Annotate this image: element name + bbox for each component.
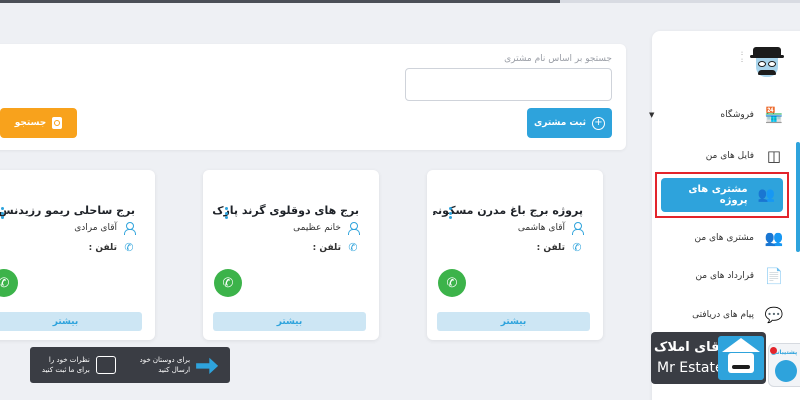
kebab-menu-icon[interactable]: [449, 207, 452, 221]
share-action[interactable]: برای دوستان خود ارسال کنید: [140, 355, 219, 375]
sidebar-item-my-files[interactable]: فایل های من ◫: [649, 141, 784, 171]
share-text-2: ارسال کنید: [158, 366, 191, 374]
avatar-menu-icon[interactable]: ::: [741, 50, 743, 64]
call-button[interactable]: ✆: [214, 269, 242, 297]
comment-icon: [95, 356, 116, 374]
sidebar-item-my-customers[interactable]: مشتری های من 👥: [649, 223, 784, 253]
kebab-menu-icon[interactable]: [225, 207, 228, 221]
phone-row: ✆ تلفن :: [313, 242, 359, 254]
search-label: جستجو بر اساس نام مشتری: [504, 54, 612, 64]
messages-icon: 💬: [764, 306, 784, 324]
avatar[interactable]: [748, 44, 786, 82]
person-icon: [347, 222, 360, 235]
users-icon: 👥: [764, 229, 784, 247]
customer-card: برج های دوقلوی گرند پارک فرد... خانم عظی…: [203, 170, 379, 340]
contact-row: خانم عظیمی: [293, 222, 360, 235]
card-title: پروژه برج باغ مدرن مسکونی م...: [433, 204, 583, 217]
sidebar-item-label: پیام های دریافتی: [692, 310, 754, 320]
phone-label: تلفن :: [88, 243, 117, 253]
call-button[interactable]: ✆: [0, 269, 18, 297]
brand-house-icon: [718, 336, 764, 380]
caret-down-icon[interactable]: ▼: [649, 111, 654, 119]
sidebar-item-label: فایل های من: [705, 151, 754, 161]
sidebar-item-label: مشتری های پروژه: [688, 184, 748, 206]
contact-name: خانم عظیمی: [293, 223, 341, 233]
add-customer-label: ثبت مشتری: [534, 118, 586, 128]
search-panel: جستجو بر اساس نام مشتری + ثبت مشتری: [0, 44, 626, 150]
phone-label: تلفن :: [536, 243, 565, 253]
person-icon: [123, 222, 136, 235]
files-icon: ◫: [766, 147, 782, 165]
share-icon: [196, 357, 219, 374]
sidebar-scrollbar[interactable]: [796, 142, 800, 252]
phone-icon: ✆: [572, 241, 582, 254]
notification-dot: [770, 347, 777, 354]
card-title: برج های دوقلوی گرند پارک فرد...: [209, 204, 359, 217]
more-button[interactable]: بیشتر: [213, 312, 366, 331]
sidebar-item-project-customers[interactable]: مشتری های پروژه 👥: [655, 172, 789, 218]
feedback-action[interactable]: نظرات خود را برای ما ثبت کنید: [42, 355, 116, 375]
users-icon: 👥: [757, 187, 775, 203]
share-text-1: برای دوستان خود: [139, 356, 191, 364]
contact-row: آقای هاشمی: [517, 222, 584, 235]
search-icon: [52, 117, 63, 129]
brand-name-fa: آقای املاک: [654, 340, 724, 355]
plus-circle-icon: +: [591, 116, 605, 130]
contract-icon: 📄: [764, 267, 784, 285]
more-button[interactable]: بیشتر: [437, 312, 590, 331]
phone-icon: ✆: [124, 241, 134, 254]
phone-row: ✆ تلفن :: [89, 242, 135, 254]
store-icon: 🏪: [764, 106, 784, 124]
contact-name: آقای هاشمی: [517, 223, 565, 233]
brand-name-en: Mr Estate: [657, 360, 724, 376]
search-button-label: جستجو: [14, 118, 47, 128]
phone-row: ✆ تلفن :: [537, 242, 583, 254]
search-input[interactable]: [405, 68, 612, 101]
floating-actions: برای دوستان خود ارسال کنید نظرات خود را …: [30, 347, 230, 383]
customer-card: برج ساحلی ریمو رزیدنس سرد... آقای مرادی …: [0, 170, 155, 340]
sidebar-item-label: فروشگاه: [720, 110, 754, 120]
add-customer-button[interactable]: + ثبت مشتری: [527, 108, 612, 138]
phone-label: تلفن :: [312, 243, 341, 253]
sidebar-item-messages[interactable]: پیام های دریافتی 💬: [649, 300, 784, 330]
contact-row: آقای مرادی: [74, 222, 136, 235]
call-button[interactable]: ✆: [438, 269, 466, 297]
top-progress-line: [0, 0, 800, 3]
person-icon: [571, 222, 584, 235]
search-button[interactable]: جستجو: [0, 108, 77, 138]
more-button[interactable]: بیشتر: [0, 312, 142, 331]
sidebar-item-label: مشتری های من: [694, 233, 754, 243]
feedback-text-2: برای ما ثبت کنید: [41, 366, 90, 374]
sidebar-item-my-contracts[interactable]: قرارداد های من 📄: [649, 261, 784, 291]
sidebar-item-label: قرارداد های من: [695, 271, 754, 281]
feedback-text-1: نظرات خود را: [48, 356, 90, 364]
phone-icon: ✆: [348, 241, 358, 254]
sidebar-item-store[interactable]: ▼ فروشگاه 🏪: [649, 100, 784, 130]
card-title: برج ساحلی ریمو رزیدنس سرد...: [0, 204, 135, 217]
support-avatar-icon: [775, 360, 797, 382]
kebab-menu-icon[interactable]: [1, 207, 4, 221]
customer-card: پروژه برج باغ مدرن مسکونی م... آقای هاشم…: [427, 170, 603, 340]
contact-name: آقای مرادی: [74, 223, 117, 233]
